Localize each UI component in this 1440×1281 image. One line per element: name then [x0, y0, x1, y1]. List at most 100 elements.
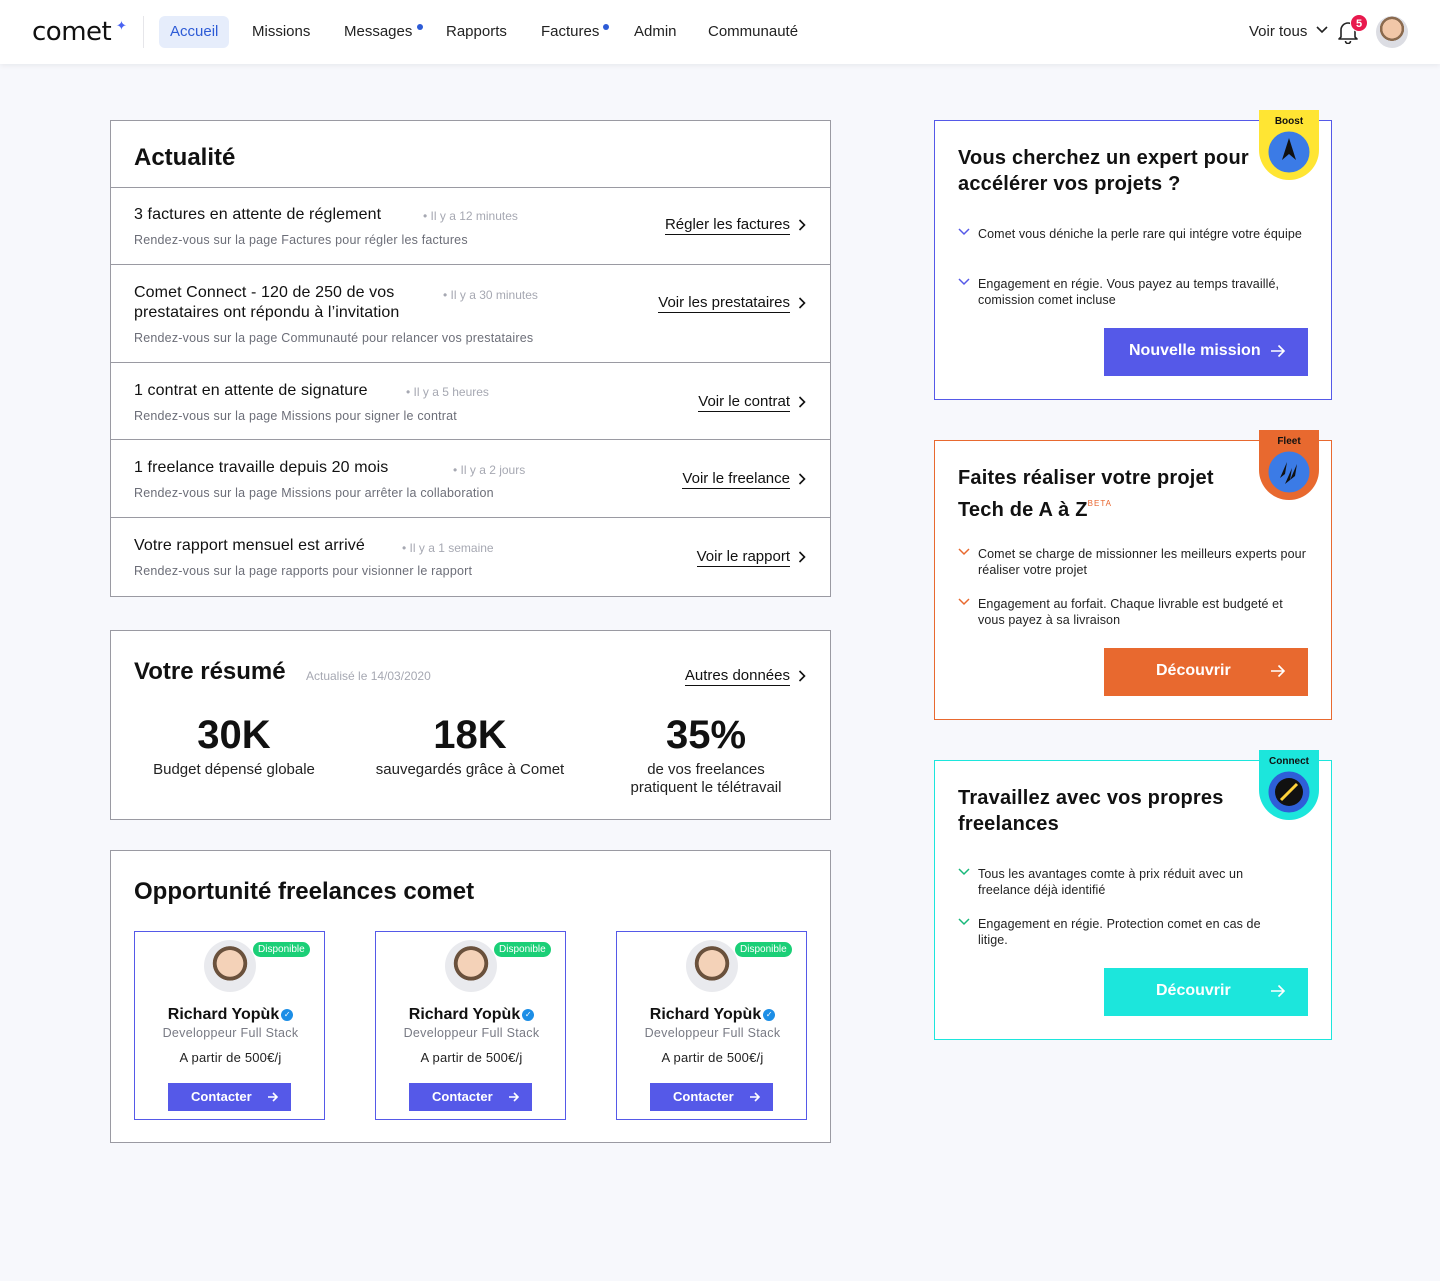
offer-bullet-text: Engagement en régie. Vous payez au temps…	[978, 277, 1280, 307]
offer-title: Faites réaliser votre projet Tech de A à…	[958, 465, 1258, 523]
nouvelle-mission-button[interactable]: Nouvelle mission	[1104, 328, 1308, 376]
freelance-card: Disponible Richard Yopùk ✓ Developpeur Fu…	[616, 931, 807, 1120]
nav-item-missions[interactable]: Missions	[252, 16, 310, 48]
offer-bullet-text: Tous les avantages comte à prix réduit a…	[978, 867, 1244, 897]
chevron-down-icon[interactable]	[1316, 26, 1328, 34]
arrow-right-icon	[1271, 984, 1286, 998]
voir-freelance-link[interactable]: Voir le freelance	[682, 470, 790, 489]
opportunites-title: Opportunité freelances comet	[134, 878, 475, 905]
contacter-button[interactable]: Contacter	[650, 1083, 773, 1111]
voir-contrat-link[interactable]: Voir le contrat	[698, 393, 790, 412]
offer-title: Travaillez avec vos propres freelances	[958, 787, 1224, 835]
autres-donnees-link[interactable]: Autres données	[684, 667, 790, 686]
offer-card-connect: Travaillez avec vos propres freelances T…	[934, 750, 1332, 1040]
connect-badge-label: Connect	[1269, 756, 1310, 767]
decouvrir-fleet-button[interactable]: Découvrir	[1104, 648, 1308, 696]
comet-logo[interactable]: comet	[32, 17, 112, 47]
status-badge: Disponible	[735, 942, 792, 957]
decouvrir-connect-button[interactable]: Découvrir	[1104, 968, 1308, 1016]
button-label: Nouvelle mission	[1129, 342, 1261, 359]
stat-label: sauvegardés grâce à Comet	[375, 761, 565, 778]
boost-badge-label: Boost	[1275, 116, 1304, 127]
chevron-right-icon[interactable]	[798, 219, 806, 231]
resume-updated: Actualisé le 14/03/2020	[306, 669, 431, 683]
status-badge: Disponible	[494, 942, 551, 957]
chevron-right-icon[interactable]	[798, 297, 806, 309]
check-icon	[958, 548, 970, 556]
freelance-name-text: Richard Yopùk	[649, 1006, 762, 1023]
verified-icon: ✓	[522, 1009, 535, 1021]
offer-bullet-text: Comet se charge de missionner les meille…	[978, 547, 1306, 577]
news-title: 1 freelance travaille depuis 20 mois	[134, 459, 389, 476]
nav-item-messages[interactable]: Messages	[344, 16, 412, 48]
news-subtitle: Rendez-vous sur la page Communauté pour …	[134, 331, 534, 345]
freelance-name: Richard Yopùk ✓	[376, 1006, 567, 1024]
news-title: 1 contrat en attente de signature	[134, 382, 368, 399]
freelance-name: Richard Yopùk ✓	[135, 1006, 326, 1024]
news-time: • Il y a 2 jours	[453, 463, 526, 477]
voir-prestataires-link[interactable]: Voir les prestataires	[658, 294, 790, 313]
offer-bullet-text: Engagement au forfait. Chaque livrable e…	[978, 597, 1283, 627]
button-label: Découvrir	[1156, 982, 1231, 999]
resume-card: Votre résumé Actualisé le 14/03/2020 Aut…	[110, 630, 831, 820]
resume-title: Votre résumé	[134, 658, 286, 685]
messages-unread-dot	[417, 24, 423, 30]
freelance-role: Developpeur Full Stack	[644, 1026, 781, 1040]
status-badge: Disponible	[253, 942, 310, 957]
verified-icon: ✓	[281, 1009, 294, 1021]
freelance-price: A partir de 500€/j	[420, 1050, 523, 1065]
stat-value: 35%	[665, 713, 747, 757]
freelance-name-text: Richard Yopùk	[408, 1006, 521, 1023]
contacter-label: Contacter	[432, 1089, 493, 1104]
stat-value: 18K	[433, 713, 507, 757]
nav-divider	[143, 16, 144, 48]
beta-label: BETA	[1087, 499, 1112, 508]
voir-rapport-link[interactable]: Voir le rapport	[696, 548, 790, 567]
offer-card-boost: Vous cherchez un expert pour accélérer v…	[934, 110, 1332, 400]
connect-badge-icon: Connect	[1259, 750, 1319, 820]
nav-item-rapports[interactable]: Rapports	[446, 16, 507, 48]
chevron-right-icon[interactable]	[798, 670, 806, 682]
nav-item-factures[interactable]: Factures	[541, 16, 599, 48]
check-icon	[958, 228, 970, 236]
actualite-title: Actualité	[134, 144, 236, 171]
freelance-card: Disponible Richard Yopùk ✓ Developpeur Fu…	[134, 931, 325, 1120]
offer-bullet-text: Engagement en régie. Protection comet en…	[978, 917, 1261, 947]
news-row: Comet Connect - 120 de 250 de vos presta…	[111, 264, 830, 362]
chevron-right-icon[interactable]	[798, 473, 806, 485]
contacter-button[interactable]: Contacter	[168, 1083, 291, 1111]
freelance-price: A partir de 500€/j	[661, 1050, 764, 1065]
arrow-right-icon	[1271, 344, 1286, 358]
voir-tous-dropdown[interactable]: Voir tous	[1249, 16, 1307, 48]
sparkle-icon: ✦	[116, 18, 127, 33]
freelance-role: Developpeur Full Stack	[162, 1026, 299, 1040]
regler-factures-link[interactable]: Régler les factures	[664, 216, 790, 235]
stat-label: de vos freelances pratiquent le télétrav…	[630, 761, 782, 796]
check-icon	[958, 868, 970, 876]
freelance-avatar	[204, 940, 256, 992]
stat-value: 30K	[197, 713, 271, 757]
contacter-label: Contacter	[673, 1089, 734, 1104]
news-row: 1 freelance travaille depuis 20 mois • I…	[111, 439, 830, 517]
chevron-right-icon[interactable]	[798, 396, 806, 408]
nav-item-admin[interactable]: Admin	[634, 16, 677, 48]
nav-item-accueil[interactable]: Accueil	[159, 16, 230, 48]
freelance-role: Developpeur Full Stack	[403, 1026, 540, 1040]
offer-title: Vous cherchez un expert pour accélérer v…	[958, 147, 1249, 195]
arrow-right-icon	[750, 1092, 761, 1102]
verified-icon: ✓	[763, 1009, 776, 1021]
offer-bullet-text: Comet vous déniche la perle rare qui int…	[978, 227, 1302, 241]
nav-item-communaute[interactable]: Communauté	[708, 16, 798, 48]
user-avatar[interactable]	[1376, 16, 1408, 48]
fleet-badge-icon: Fleet	[1259, 430, 1319, 500]
chevron-right-icon[interactable]	[798, 551, 806, 563]
news-row: 3 factures en attente de réglement • Il …	[111, 187, 830, 264]
actualite-card: Actualité 3 factures en attente de régle…	[110, 120, 831, 597]
contacter-button[interactable]: Contacter	[409, 1083, 532, 1111]
check-icon	[958, 918, 970, 926]
news-time: • Il y a 12 minutes	[423, 209, 518, 223]
button-label: Découvrir	[1156, 662, 1231, 679]
check-icon	[958, 598, 970, 606]
arrow-right-icon	[1271, 664, 1286, 678]
factures-unread-dot	[603, 24, 609, 30]
